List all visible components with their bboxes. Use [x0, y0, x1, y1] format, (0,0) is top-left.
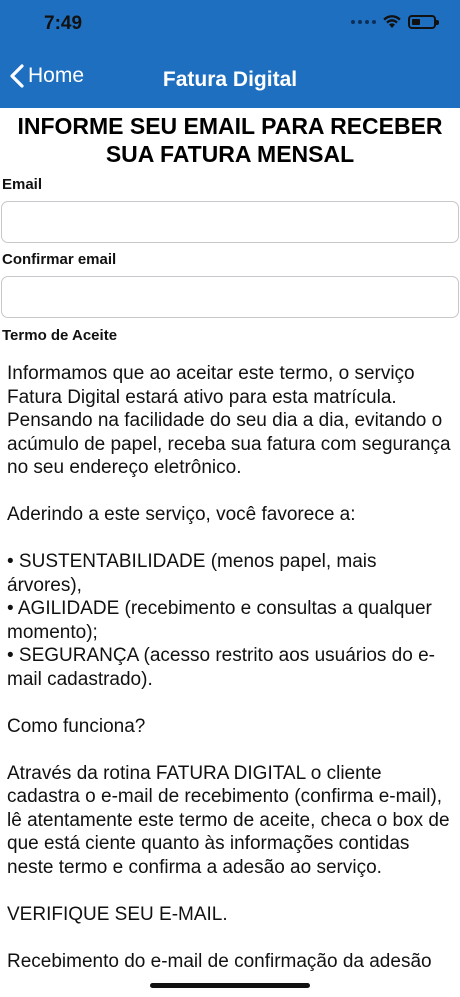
terms-text: Informamos que ao aceitar este termo, o …	[7, 362, 455, 997]
terms-label: Termo de Aceite	[2, 327, 118, 344]
form-heading: INFORME SEU EMAIL PARA RECEBER SUA FATUR…	[17, 113, 443, 167]
signal-icon	[351, 19, 376, 24]
terms-paragraph: Recebimento do e-mail de confirmação da …	[7, 950, 432, 972]
terms-paragraph: VERIFIQUE SEU E-MAIL.	[7, 903, 228, 925]
terms-paragraph: Aderindo a este serviço, você favorece a…	[7, 504, 356, 525]
confirm-email-field[interactable]	[1, 276, 459, 318]
page-title: Fatura Digital	[162, 68, 298, 91]
home-indicator	[150, 983, 310, 988]
status-indicators	[351, 14, 439, 29]
email-label: Email	[2, 176, 43, 193]
terms-paragraph: Através da rotina FATURA DIGITAL o clien…	[7, 762, 450, 878]
wifi-icon	[382, 14, 402, 29]
status-time: 7:49	[44, 13, 83, 34]
terms-bullet: • AGILIDADE (recebimento e consultas a q…	[7, 598, 432, 643]
terms-paragraph: Informamos que ao aceitar este termo, o …	[7, 363, 451, 478]
app-header: 7:49 Home Fatura Digital	[0, 0, 460, 108]
email-field[interactable]	[1, 201, 459, 243]
confirm-email-label: Confirmar email	[2, 251, 117, 268]
terms-bullet: • SUSTENTABILIDADE (menos papel, mais ár…	[7, 551, 377, 596]
terms-bullet: • SEGURANÇA (acesso restrito aos usuário…	[7, 645, 435, 690]
battery-icon	[408, 14, 439, 29]
terms-paragraph: Como funciona?	[7, 715, 146, 737]
